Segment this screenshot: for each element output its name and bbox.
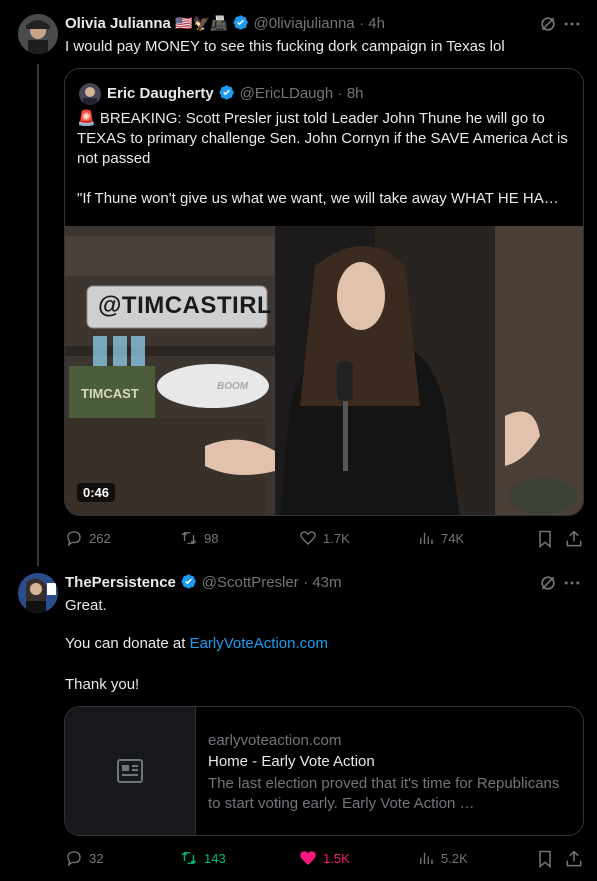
card-description: The last election proved that it's time … <box>208 775 560 812</box>
bookmark-icon[interactable] <box>535 529 555 549</box>
avatar-image <box>18 14 58 54</box>
quote-author-name: Eric Daugherty <box>107 85 214 102</box>
heart-icon <box>300 531 316 545</box>
verified-badge-icon <box>219 85 234 100</box>
avatar-image <box>18 573 58 613</box>
reply-icon <box>67 531 81 547</box>
verified-badge-icon <box>233 15 248 30</box>
card-title: Home - Early Vote Action <box>208 753 375 770</box>
reply-button[interactable]: 32 <box>65 849 103 867</box>
like-count: 1.5K <box>323 850 350 866</box>
avatar-olivia[interactable] <box>18 14 58 54</box>
reply-button[interactable]: 262 <box>65 529 111 547</box>
video-sign-text: @TIMCASTIRL <box>98 292 273 319</box>
tweet2-text-line2: You can donate at EarlyVoteAction.com <box>65 634 328 654</box>
quote-tweet[interactable]: Eric Daugherty @EricLDaugh · 8h 🚨 BREAKI… <box>64 68 584 516</box>
views-icon <box>420 852 433 864</box>
thread-connector-line <box>37 64 39 566</box>
quote-avatar <box>79 83 101 105</box>
views-count: 5.2K <box>441 850 468 866</box>
views-button[interactable]: 74K <box>417 529 464 547</box>
heart-filled-icon <box>300 851 316 865</box>
quote-time: · 8h <box>337 85 364 102</box>
tweet1-header: Olivia Julianna 🇺🇸🦅📠 @0liviajulianna · 4… <box>65 14 385 33</box>
repost-button[interactable]: 98 <box>180 529 218 547</box>
tweet2-text-line3: Thank you! <box>65 676 140 693</box>
card-thumbnail <box>65 707 196 835</box>
donate-link[interactable]: EarlyVoteAction.com <box>190 635 328 652</box>
author-handle[interactable]: @0liviajulianna <box>254 15 355 32</box>
author-name[interactable]: Olivia Julianna <box>65 15 171 32</box>
reply-count: 32 <box>89 850 104 866</box>
video-frame <box>65 226 583 515</box>
tweet2-header: ThePersistence @ScottPresler · 43m <box>65 573 342 592</box>
name-emoji: 🇺🇸🦅📠 <box>175 15 228 31</box>
repost-count: 98 <box>204 530 219 546</box>
video-pillow-label: BOOM <box>217 381 249 392</box>
bookmark-icon[interactable] <box>535 849 555 869</box>
video-box-label: TIMCAST <box>81 386 139 401</box>
card-domain: earlyvoteaction.com <box>208 732 342 749</box>
quote-text-cont: "If Thune won't give us what we want, we… <box>77 190 559 207</box>
donate-text: You can donate at <box>65 635 190 652</box>
article-icon <box>117 759 143 783</box>
repost-icon <box>181 531 197 545</box>
grok-icon[interactable] <box>538 573 558 593</box>
video-player[interactable]: @TIMCASTIRL TIMCAST BOOM 0:46 <box>65 226 583 515</box>
like-count: 1.7K <box>323 530 350 546</box>
like-button[interactable]: 1.5K <box>299 849 350 867</box>
reply-icon <box>67 851 81 867</box>
link-preview-card[interactable]: earlyvoteaction.com Home - Early Vote Ac… <box>64 706 584 836</box>
post-time[interactable]: · 4h <box>359 15 385 32</box>
repost-count: 143 <box>204 850 226 866</box>
share-icon[interactable] <box>564 849 584 869</box>
author-handle[interactable]: @ScottPresler <box>202 574 299 591</box>
tweet2-text-line1: Great. <box>65 597 107 614</box>
more-options-icon[interactable] <box>562 573 582 593</box>
repost-button[interactable]: 143 <box>180 849 226 867</box>
tweet1-text: I would pay MONEY to see this fucking do… <box>65 38 505 55</box>
quote-author-handle: @EricLDaugh <box>239 85 334 102</box>
more-options-icon[interactable] <box>562 14 582 34</box>
quote-text-main: 🚨 BREAKING: Scott Presler just told Lead… <box>77 110 568 167</box>
author-name[interactable]: ThePersistence <box>65 574 176 591</box>
verified-badge-icon <box>181 574 197 589</box>
views-button[interactable]: 5.2K <box>417 849 468 867</box>
like-button[interactable]: 1.7K <box>299 529 350 547</box>
avatar-thepersistence[interactable] <box>18 573 58 613</box>
quote-header: Eric Daugherty @EricLDaugh · 8h <box>107 84 364 103</box>
reply-count: 262 <box>89 530 111 546</box>
views-count: 74K <box>441 530 465 546</box>
repost-icon <box>181 851 197 865</box>
post-time[interactable]: · 43m <box>303 574 341 591</box>
share-icon[interactable] <box>564 529 584 549</box>
grok-icon[interactable] <box>538 14 558 34</box>
views-icon <box>420 532 433 544</box>
video-duration: 0:46 <box>77 483 116 502</box>
